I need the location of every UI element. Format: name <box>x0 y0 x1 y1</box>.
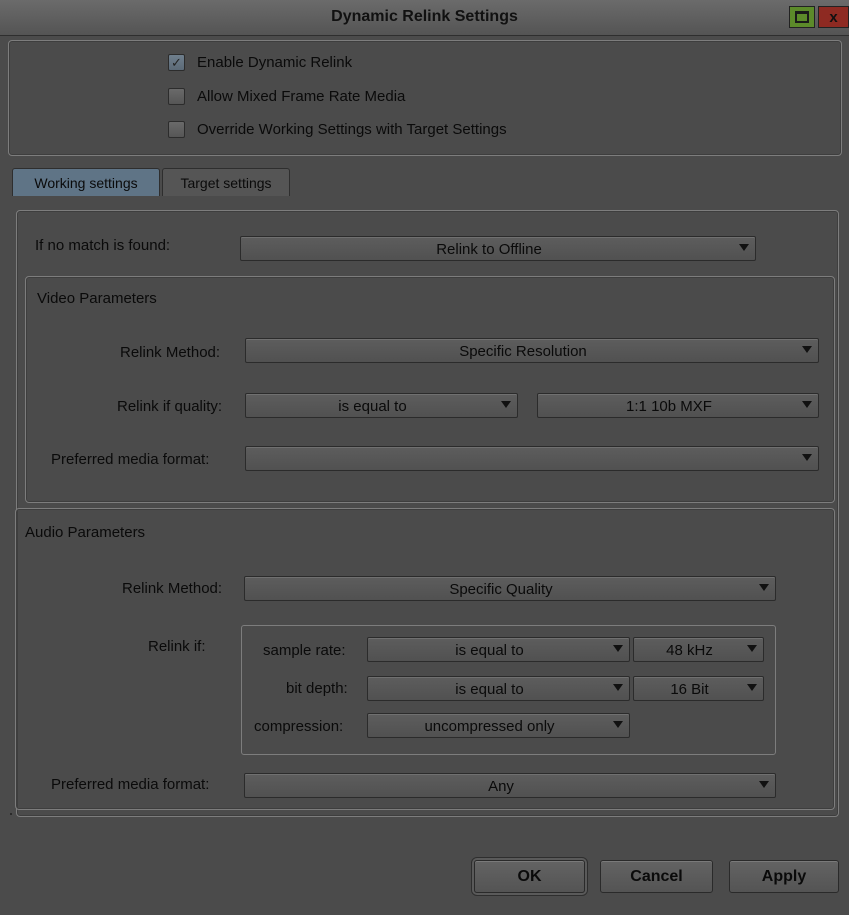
enable-dynamic-relink-label: Enable Dynamic Relink <box>197 54 353 71</box>
maximize-button[interactable] <box>789 6 815 28</box>
ok-button[interactable]: OK <box>474 860 585 893</box>
no-match-dropdown[interactable]: Relink to Offline <box>240 236 756 261</box>
chevron-down-icon <box>613 645 623 652</box>
chevron-down-icon <box>802 401 812 408</box>
compression-label: compression: <box>254 718 344 735</box>
audio-relink-method-label: Relink Method: <box>122 580 223 597</box>
sample-rate-condition-value: is equal to <box>455 642 524 659</box>
allow-mixed-frame-rate-label: Allow Mixed Frame Rate Media <box>197 88 406 105</box>
chevron-down-icon <box>747 684 757 691</box>
bit-depth-condition-value: is equal to <box>455 681 524 698</box>
checkmark-icon: ✓ <box>171 55 182 70</box>
chevron-down-icon <box>739 244 749 251</box>
bit-depth-value: 16 Bit <box>670 681 709 698</box>
maximize-icon <box>795 11 809 23</box>
video-relink-method-dropdown[interactable]: Specific Resolution <box>245 338 819 363</box>
window-title: Dynamic Relink Settings <box>331 8 518 25</box>
video-quality-value-dropdown[interactable]: 1:1 10b MXF <box>537 393 819 418</box>
title-bar: Dynamic Relink Settings x <box>0 0 849 36</box>
chevron-down-icon <box>802 454 812 461</box>
allow-mixed-frame-rate-option[interactable]: Allow Mixed Frame Rate Media <box>168 88 405 105</box>
tab-working-settings-label: Working settings <box>34 174 138 191</box>
bit-depth-value-dropdown[interactable]: 16 Bit <box>633 676 764 701</box>
video-relink-method-label: Relink Method: <box>120 344 221 361</box>
no-match-label: If no match is found: <box>35 237 171 254</box>
sample-rate-label: sample rate: <box>263 642 346 659</box>
enable-dynamic-relink-checkbox[interactable]: ✓ <box>168 54 185 71</box>
chevron-down-icon <box>501 401 511 408</box>
audio-relink-if-label: Relink if: <box>148 638 206 655</box>
audio-preferred-format-dropdown[interactable]: Any <box>244 773 776 798</box>
audio-preferred-format-value: Any <box>488 778 514 795</box>
override-working-settings-label: Override Working Settings with Target Se… <box>197 121 507 138</box>
chevron-down-icon <box>613 721 623 728</box>
audio-preferred-format-label: Preferred media format: <box>51 776 210 793</box>
relink-options-group <box>8 40 842 156</box>
sample-rate-condition-dropdown[interactable]: is equal to <box>367 637 630 662</box>
video-quality-condition-value: is equal to <box>338 398 407 415</box>
apply-button[interactable]: Apply <box>729 860 839 893</box>
sample-rate-value: 48 kHz <box>666 642 713 659</box>
video-preferred-format-dropdown[interactable] <box>245 446 819 471</box>
cancel-button[interactable]: Cancel <box>600 860 713 893</box>
bit-depth-label: bit depth: <box>286 680 348 697</box>
audio-relink-method-dropdown[interactable]: Specific Quality <box>244 576 776 601</box>
tab-target-settings-label: Target settings <box>180 174 272 191</box>
bit-depth-condition-dropdown[interactable]: is equal to <box>367 676 630 701</box>
video-quality-condition-dropdown[interactable]: is equal to <box>245 393 518 418</box>
compression-value: uncompressed only <box>424 718 555 735</box>
video-relink-quality-label: Relink if quality: <box>117 398 223 415</box>
divider-mark <box>10 813 12 815</box>
audio-parameters-title: Audio Parameters <box>25 524 146 541</box>
video-relink-method-value: Specific Resolution <box>459 343 587 360</box>
override-working-settings-option[interactable]: Override Working Settings with Target Se… <box>168 121 507 138</box>
video-quality-value: 1:1 10b MXF <box>626 398 712 415</box>
video-preferred-format-label: Preferred media format: <box>51 451 210 468</box>
chevron-down-icon <box>747 645 757 652</box>
tab-working-settings[interactable]: Working settings <box>12 168 160 196</box>
no-match-value: Relink to Offline <box>436 241 542 258</box>
tab-target-settings[interactable]: Target settings <box>162 168 290 196</box>
close-button[interactable]: x <box>818 6 849 28</box>
allow-mixed-frame-rate-checkbox[interactable] <box>168 88 185 105</box>
override-working-settings-checkbox[interactable] <box>168 121 185 138</box>
audio-relink-method-value: Specific Quality <box>449 581 553 598</box>
compression-dropdown[interactable]: uncompressed only <box>367 713 630 738</box>
enable-dynamic-relink-option[interactable]: ✓ Enable Dynamic Relink <box>168 54 352 71</box>
sample-rate-value-dropdown[interactable]: 48 kHz <box>633 637 764 662</box>
close-icon: x <box>829 8 838 26</box>
chevron-down-icon <box>759 584 769 591</box>
chevron-down-icon <box>613 684 623 691</box>
chevron-down-icon <box>802 346 812 353</box>
video-parameters-title: Video Parameters <box>37 290 157 307</box>
chevron-down-icon <box>759 781 769 788</box>
